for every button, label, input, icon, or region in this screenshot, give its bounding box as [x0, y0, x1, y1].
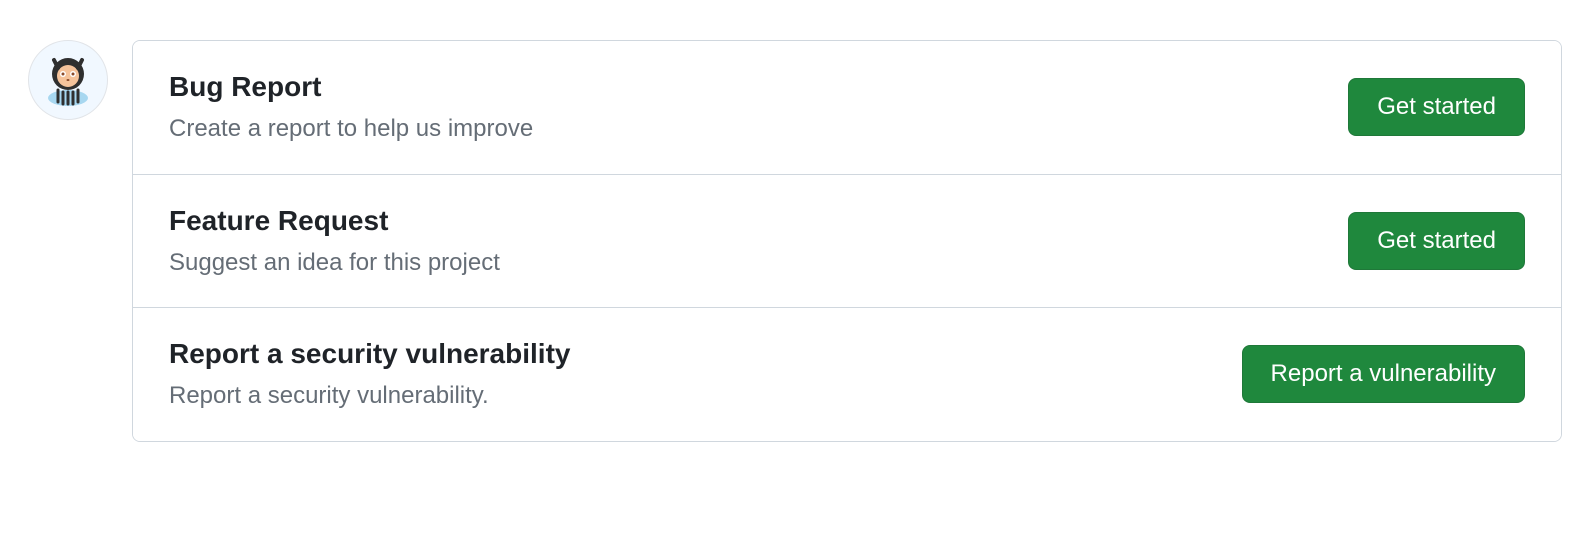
- template-description: Create a report to help us improve: [169, 112, 533, 146]
- template-description: Suggest an idea for this project: [169, 246, 500, 280]
- get-started-button[interactable]: Get started: [1348, 212, 1525, 270]
- template-title: Bug Report: [169, 69, 533, 104]
- template-description: Report a security vulnerability.: [169, 379, 570, 413]
- octocat-avatar-icon: [28, 40, 108, 120]
- template-title: Feature Request: [169, 203, 500, 238]
- issue-template-list: Bug Report Create a report to help us im…: [132, 40, 1562, 442]
- template-text: Report a security vulnerability Report a…: [169, 336, 570, 413]
- template-text: Feature Request Suggest an idea for this…: [169, 203, 500, 280]
- template-row-feature-request: Feature Request Suggest an idea for this…: [133, 175, 1561, 309]
- template-text: Bug Report Create a report to help us im…: [169, 69, 533, 146]
- report-vulnerability-button[interactable]: Report a vulnerability: [1242, 345, 1525, 403]
- issue-template-chooser: Bug Report Create a report to help us im…: [28, 40, 1562, 442]
- template-title: Report a security vulnerability: [169, 336, 570, 371]
- get-started-button[interactable]: Get started: [1348, 78, 1525, 136]
- template-row-security-vulnerability: Report a security vulnerability Report a…: [133, 308, 1561, 441]
- template-row-bug-report: Bug Report Create a report to help us im…: [133, 41, 1561, 175]
- avatar-wrapper: [28, 40, 108, 120]
